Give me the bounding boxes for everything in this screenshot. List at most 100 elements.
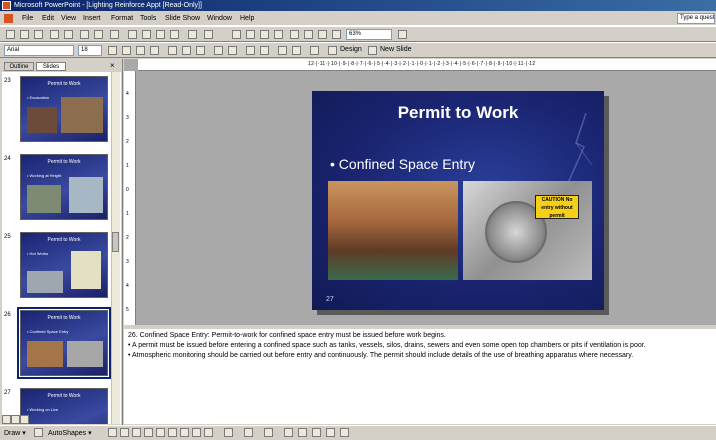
cut-icon[interactable] <box>128 30 137 39</box>
permission-icon[interactable] <box>50 30 59 39</box>
menu-file[interactable]: File <box>22 14 33 23</box>
thumbnail-bullet: • Working on Live <box>27 407 59 412</box>
text-box-icon[interactable] <box>156 428 165 437</box>
help-icon[interactable] <box>398 30 407 39</box>
align-left-icon[interactable] <box>168 46 177 55</box>
current-slide[interactable]: Permit to Work • Confined Space Entry CA… <box>312 91 604 310</box>
menu-insert[interactable]: Insert <box>83 14 101 23</box>
font-color-draw-icon[interactable] <box>264 428 273 437</box>
menu-help[interactable]: Help <box>240 14 254 23</box>
menu-view[interactable]: View <box>61 14 76 23</box>
picture-icon[interactable] <box>204 428 213 437</box>
open-icon[interactable] <box>20 30 29 39</box>
slide-bullet[interactable]: • Confined Space Entry <box>330 156 475 172</box>
rectangle-icon[interactable] <box>132 428 141 437</box>
print-preview-icon[interactable] <box>94 30 103 39</box>
slide-thumbnail-23[interactable]: Permit to Work • Excavation <box>20 76 108 142</box>
select-arrow-icon[interactable] <box>34 428 43 437</box>
slide-thumbnail-25[interactable]: Permit to Work • Hot Works <box>20 232 108 298</box>
notes-pane[interactable]: 26. Confined Space Entry: Permit-to-work… <box>124 326 716 424</box>
increase-indent-icon[interactable] <box>292 46 301 55</box>
design-icon[interactable] <box>328 46 337 55</box>
undo-icon[interactable] <box>188 30 197 39</box>
notes-line: • Atmospheric monitoring should be carri… <box>128 352 634 359</box>
vertical-ruler-tick: 3 <box>126 259 129 265</box>
autoshapes-menu[interactable]: AutoShapes ▾ <box>48 429 92 437</box>
color-grayscale-icon[interactable] <box>332 30 341 39</box>
redo-icon[interactable] <box>204 30 213 39</box>
font-color-icon[interactable] <box>310 46 319 55</box>
center-icon[interactable] <box>182 46 191 55</box>
insert-chart-icon[interactable] <box>232 30 241 39</box>
numbering-icon[interactable] <box>214 46 223 55</box>
insert-wordart-icon[interactable] <box>274 30 283 39</box>
new-slide-button[interactable]: New Slide <box>380 46 412 53</box>
arrow-style-icon[interactable] <box>312 428 321 437</box>
slide-show-icon[interactable] <box>20 415 29 424</box>
powerpoint-app-icon[interactable] <box>2 1 11 10</box>
grid-icon[interactable] <box>318 30 327 39</box>
line-icon[interactable] <box>108 428 117 437</box>
bullets-icon[interactable] <box>228 46 237 55</box>
decrease-font-icon[interactable] <box>260 46 269 55</box>
draw-menu[interactable]: Draw ▾ <box>4 429 26 437</box>
3d-style-icon[interactable] <box>340 428 349 437</box>
new-icon[interactable] <box>6 30 15 39</box>
confined-space-worker-photo[interactable] <box>328 181 458 280</box>
spelling-icon[interactable] <box>110 30 119 39</box>
menu-tools[interactable]: Tools <box>140 14 156 23</box>
insert-picture-icon[interactable] <box>260 30 269 39</box>
zoom-select[interactable]: 63% <box>346 29 392 40</box>
menu-window[interactable]: Window <box>207 14 232 23</box>
menu-edit[interactable]: Edit <box>42 14 54 23</box>
dash-style-icon[interactable] <box>298 428 307 437</box>
close-pane-icon[interactable]: × <box>110 61 115 70</box>
copy-icon[interactable] <box>142 30 151 39</box>
decrease-indent-icon[interactable] <box>278 46 287 55</box>
align-right-icon[interactable] <box>196 46 205 55</box>
design-button[interactable]: Design <box>340 46 362 53</box>
arrow-icon[interactable] <box>120 428 129 437</box>
slide-thumbnail-26[interactable]: Permit to Work • Confined Space Entry <box>17 307 111 379</box>
format-painter-icon[interactable] <box>170 30 179 39</box>
slide-thumbnail-list: 23 Permit to Work • Excavation 24 Permit… <box>2 72 121 424</box>
wordart-icon[interactable] <box>168 428 177 437</box>
expand-all-icon[interactable] <box>290 30 299 39</box>
tab-outline[interactable]: Outline <box>4 62 34 71</box>
slide-thumbnail-24[interactable]: Permit to Work • Working at Height <box>20 154 108 220</box>
line-style-icon[interactable] <box>284 428 293 437</box>
scrollbar-thumb[interactable] <box>112 232 119 252</box>
font-name-select[interactable]: Arial <box>4 45 74 56</box>
bold-icon[interactable] <box>108 46 117 55</box>
slide-sorter-icon[interactable] <box>11 415 20 424</box>
thumbnail-photo <box>27 271 63 293</box>
line-color-icon[interactable] <box>244 428 253 437</box>
slide-thumbnail-27[interactable]: Permit to Work • Working on Live <box>20 388 108 424</box>
italic-icon[interactable] <box>122 46 131 55</box>
oval-icon[interactable] <box>144 428 153 437</box>
show-formatting-icon[interactable] <box>304 30 313 39</box>
increase-font-icon[interactable] <box>246 46 255 55</box>
menu-format[interactable]: Format <box>111 14 133 23</box>
help-question-box[interactable]: Type a question for help <box>677 13 715 24</box>
font-size-select[interactable]: 18 <box>78 45 102 56</box>
shadow-style-icon[interactable] <box>326 428 335 437</box>
underline-icon[interactable] <box>136 46 145 55</box>
clip-art-icon[interactable] <box>192 428 201 437</box>
document-icon[interactable] <box>4 14 13 23</box>
formatting-toolbar: Arial 18 Design New Slide <box>0 42 716 58</box>
vessel-hatch-photo[interactable]: CAUTION No entry without permit <box>463 181 592 280</box>
slide-title[interactable]: Permit to Work <box>312 103 604 123</box>
shadow-icon[interactable] <box>150 46 159 55</box>
email-icon[interactable] <box>64 30 73 39</box>
fill-color-icon[interactable] <box>224 428 233 437</box>
diagram-icon[interactable] <box>180 428 189 437</box>
insert-table-icon[interactable] <box>246 30 255 39</box>
normal-view-icon[interactable] <box>2 415 11 424</box>
print-icon[interactable] <box>80 30 89 39</box>
paste-icon[interactable] <box>156 30 165 39</box>
tab-slides[interactable]: Slides <box>36 62 66 71</box>
new-slide-icon[interactable] <box>368 46 377 55</box>
save-icon[interactable] <box>34 30 43 39</box>
menu-slide-show[interactable]: Slide Show <box>165 14 200 23</box>
